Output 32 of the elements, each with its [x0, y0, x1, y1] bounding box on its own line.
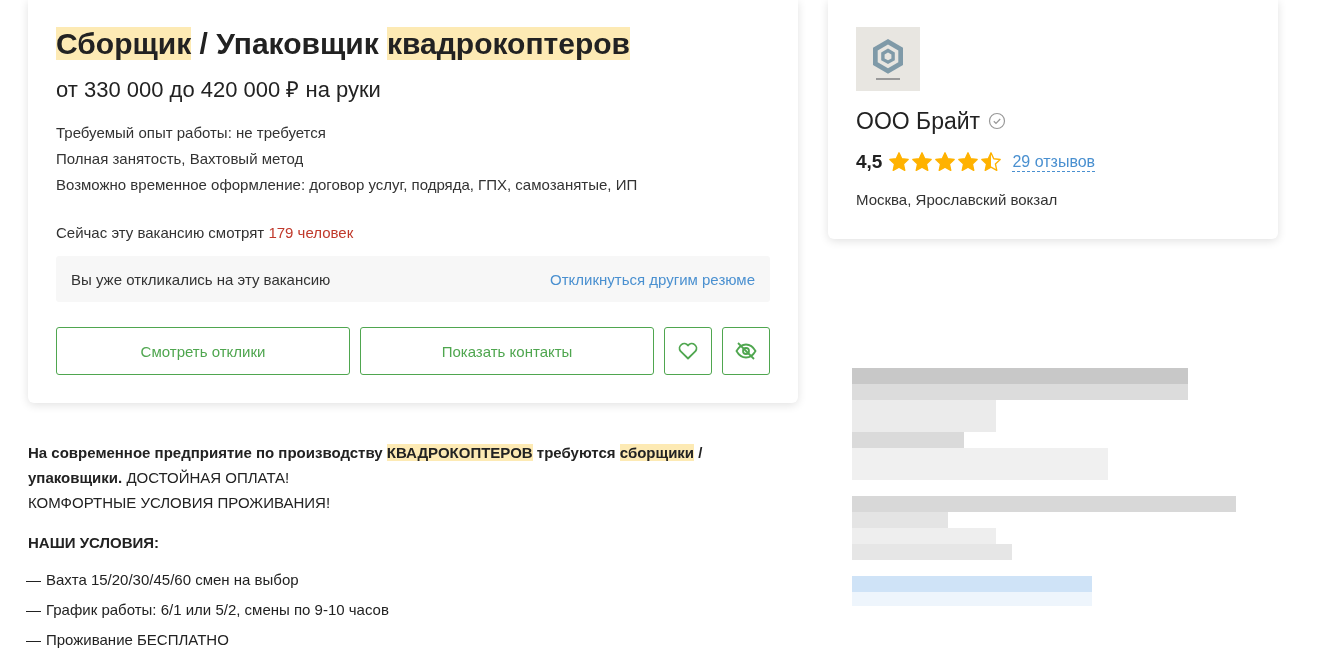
hide-button[interactable]: [722, 327, 770, 375]
star-icon: [911, 151, 934, 173]
reviews-link[interactable]: 29 отзывов: [1012, 152, 1096, 172]
company-address: Москва, Ярославский вокзал: [856, 191, 1058, 208]
job-detail: Возможно временное оформление: договор услуг, подряда, ГПХ, самозанятые, ИП: [56, 175, 638, 195]
notice-text: Вы уже откликались на эту вакансию: [71, 270, 331, 288]
heart-icon: [678, 342, 698, 360]
job-detail: Требуемый опыт работы: не требуется: [56, 123, 326, 143]
star-icon: [980, 151, 1003, 173]
rating-value: 4,5: [856, 151, 883, 173]
description-paragraph: На современное предприятие по производству КВАДРОКОПТЕРОВ требуются сборщики / упаковщики. ДОСТОЙНАЯ ОПЛАТА! КОМФОРТНЫЕ УСЛОВИЯ ПРОЖИВАНИЯ!: [28, 443, 704, 513]
job-title: Сборщик / Упаковщик квадрокоптеров: [56, 26, 631, 62]
favorite-button[interactable]: [664, 327, 712, 375]
star-icon: [957, 151, 980, 173]
respond-link[interactable]: Откликнуться другим резюме: [550, 270, 755, 288]
company-name: ООО Брайт: [856, 107, 981, 135]
condition-item: Вахта 15/20/30/45/60 смен на выбор: [46, 570, 299, 590]
action-button[interactable]: Показать контакты: [360, 327, 654, 375]
bullet-dash: —: [26, 630, 41, 650]
action-button[interactable]: Смотреть отклики: [56, 327, 350, 375]
star-icon: [888, 151, 911, 173]
section-heading: НАШИ УСЛОВИЯ:: [28, 533, 160, 553]
salary-range: от 330 000 до 420 000 ₽ на руки: [56, 76, 381, 104]
condition-item: График работы: 6/1 или 5/2, смены по 9-10 часов: [46, 600, 389, 620]
viewers-text: Сейчас эту вакансию смотрят 179 человек: [56, 224, 354, 241]
company-logo: [856, 27, 920, 91]
star-icon: [934, 151, 957, 173]
job-detail: Полная занятость, Вахтовый метод: [56, 149, 304, 169]
condition-item: Проживание БЕСПЛАТНО: [46, 630, 229, 650]
hidden-eye-icon: [735, 341, 757, 361]
bullet-dash: —: [26, 600, 41, 620]
bullet-dash: —: [26, 570, 41, 590]
